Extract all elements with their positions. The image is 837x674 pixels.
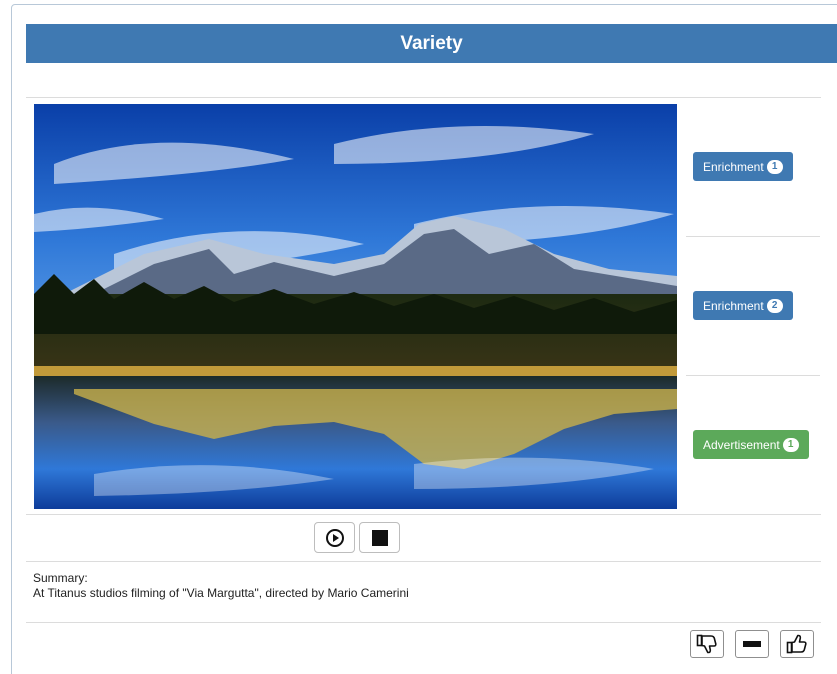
stop-icon	[371, 529, 388, 546]
thumbs-down-icon	[696, 634, 717, 654]
count-badge: 1	[766, 159, 783, 174]
play-circle-icon	[325, 528, 344, 547]
minus-icon	[743, 641, 761, 647]
count-badge: 2	[766, 298, 783, 313]
panel-title: Variety	[400, 32, 463, 54]
summary-label: Summary:	[33, 571, 88, 585]
divider	[686, 375, 820, 376]
neutral-button[interactable]	[735, 630, 769, 658]
play-button[interactable]	[314, 522, 355, 553]
media-image	[34, 104, 677, 509]
divider	[26, 97, 821, 98]
dislike-button[interactable]	[690, 630, 724, 658]
enrichment-2-button[interactable]: Enrichment 2	[693, 291, 793, 320]
like-button[interactable]	[780, 630, 814, 658]
summary-section: Summary: At Titanus studios filming of "…	[33, 571, 409, 601]
divider	[26, 514, 821, 515]
stop-button[interactable]	[359, 522, 400, 553]
button-label: Enrichment	[703, 159, 764, 174]
advertisement-button[interactable]: Advertisement 1	[693, 430, 809, 459]
summary-text: At Titanus studios filming of "Via Margu…	[33, 586, 409, 600]
button-label: Advertisement	[703, 437, 780, 452]
count-badge: 1	[782, 437, 799, 452]
divider	[686, 236, 820, 237]
enrichment-1-button[interactable]: Enrichment 1	[693, 152, 793, 181]
button-label: Enrichment	[703, 298, 764, 313]
landscape-picture	[34, 104, 677, 509]
divider	[26, 561, 821, 562]
divider	[26, 622, 821, 623]
thumbs-up-icon	[786, 634, 807, 654]
panel-header: Variety	[26, 24, 837, 63]
